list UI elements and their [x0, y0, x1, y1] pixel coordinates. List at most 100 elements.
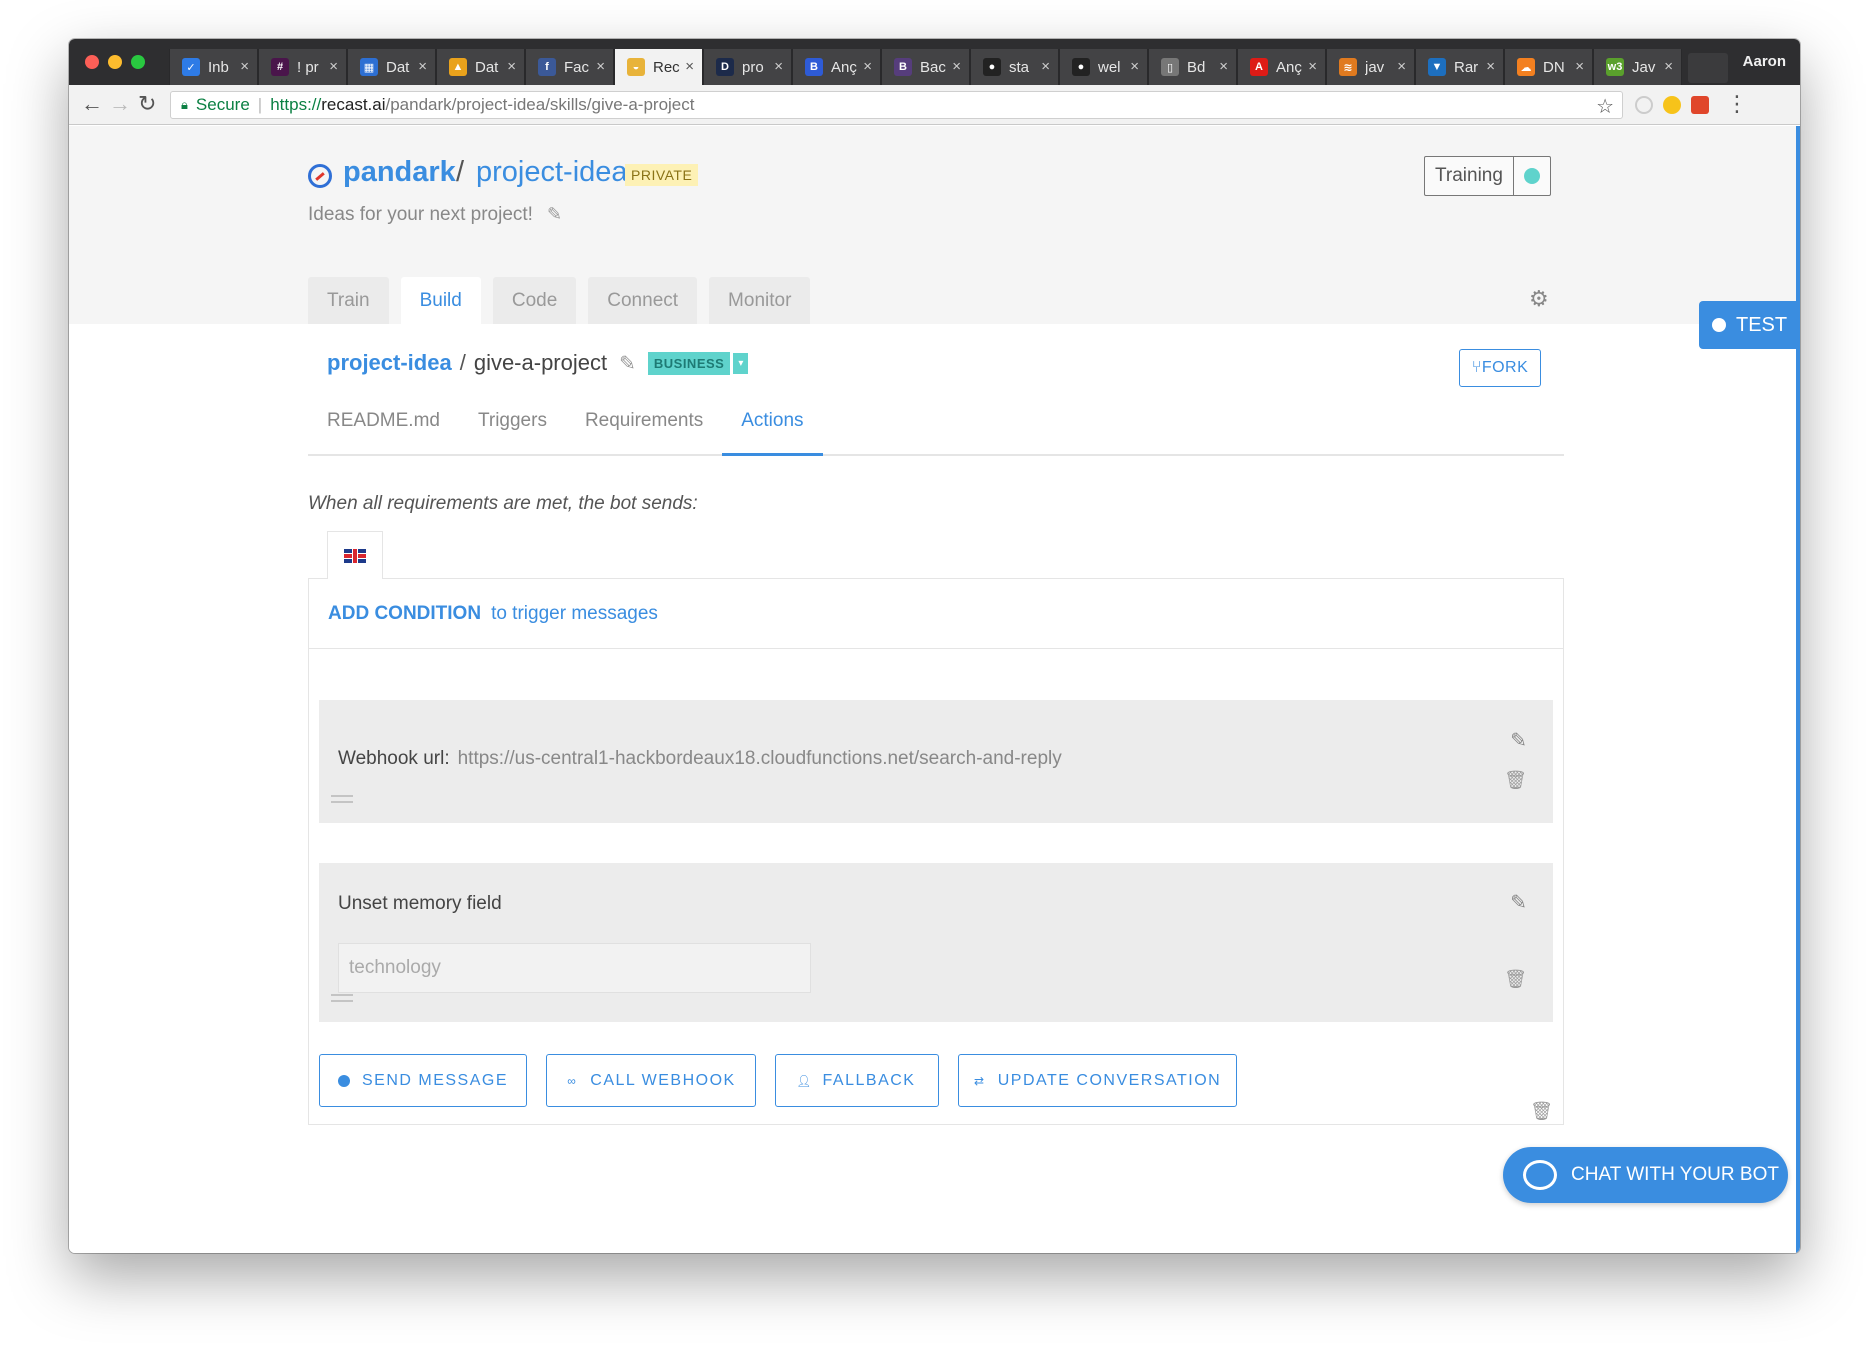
update-conversation-button[interactable]: ⇄ UPDATE CONVERSATION [958, 1054, 1237, 1107]
edit-pencil-icon[interactable]: ✎ [619, 351, 636, 376]
browser-tab[interactable]: ≋ jav × [1326, 49, 1415, 85]
close-tab-icon[interactable]: × [1397, 58, 1406, 75]
tab-title: pro [742, 58, 764, 76]
skill-name: give-a-project [473, 350, 608, 375]
chevron-down-icon[interactable]: ▾ [733, 352, 749, 374]
drag-handle-icon[interactable] [331, 795, 353, 803]
drag-handle-icon[interactable] [331, 994, 353, 1002]
send-message-button[interactable]: SEND MESSAGE [319, 1054, 527, 1107]
memory-action-card: Unset memory field technology ✎ 🗑︎ [319, 863, 1553, 1022]
tab-train[interactable]: Train [308, 277, 389, 324]
close-window-button[interactable] [85, 55, 99, 69]
browser-tab[interactable]: B Anç × [792, 49, 881, 85]
browser-tab[interactable]: f Fac × [525, 49, 614, 85]
project-link[interactable]: project-idea [476, 156, 628, 189]
tab-monitor[interactable]: Monitor [709, 277, 811, 324]
back-arrow-icon[interactable]: ← [81, 93, 103, 115]
tab-title: Dat [386, 58, 410, 76]
condition-hint[interactable]: to trigger messages [491, 603, 658, 625]
trash-icon[interactable]: 🗑︎ [1530, 1101, 1553, 1122]
fallback-button[interactable]: 👤︎ FALLBACK [775, 1054, 939, 1107]
new-tab-button[interactable] [1688, 53, 1728, 83]
edit-pencil-icon[interactable]: ✎ [1510, 728, 1527, 753]
edit-pencil-icon[interactable]: ✎ [547, 204, 562, 225]
browser-tab[interactable]: Dpro × [703, 49, 792, 85]
browser-tab[interactable]: A Anç × [1237, 49, 1326, 85]
extension-icon[interactable] [1691, 96, 1709, 114]
reload-icon[interactable]: ↻ [138, 93, 156, 115]
browser-tab[interactable]: ◒ Rec × [614, 49, 703, 85]
add-condition-link[interactable]: ADD CONDITION [328, 603, 481, 625]
memory-field-input[interactable]: technology [338, 943, 811, 993]
tab-connect[interactable]: Connect [588, 277, 698, 324]
tab-actions[interactable]: Actions [722, 401, 823, 456]
close-tab-icon[interactable]: × [1041, 58, 1050, 75]
browser-tab[interactable]: ● sta × [970, 49, 1059, 85]
scrollbar-accent [1796, 126, 1800, 1253]
close-tab-icon[interactable]: × [1308, 58, 1317, 75]
tab-build[interactable]: Build [400, 277, 481, 324]
browser-tab[interactable]: w3 Jav × [1593, 49, 1682, 85]
tab-readme[interactable]: README.md [308, 401, 459, 456]
test-label: TEST [1736, 313, 1788, 336]
close-tab-icon[interactable]: × [685, 58, 694, 75]
close-tab-icon[interactable]: × [1664, 58, 1673, 75]
training-status[interactable]: Training [1424, 156, 1551, 196]
browser-tab[interactable]: ▼ Rar × [1415, 49, 1504, 85]
tab-code[interactable]: Code [492, 277, 577, 324]
close-tab-icon[interactable]: × [1219, 58, 1228, 75]
webhook-line: Webhook url: https://us-central1-hackbord… [338, 748, 1062, 770]
tab-triggers[interactable]: Triggers [459, 401, 566, 456]
browser-tab[interactable]: B Bac × [881, 49, 970, 85]
browser-tab[interactable]: ▲ Dat × [436, 49, 525, 85]
browser-toolbar: ← → ↻ 🔒︎ Secure | https://recast.ai/pand… [69, 85, 1800, 125]
skill-project-link[interactable]: project-idea [327, 350, 452, 376]
browser-tab[interactable]: # ! pr × [258, 49, 347, 85]
maximize-window-button[interactable] [131, 55, 145, 69]
language-tab-en[interactable] [327, 531, 383, 579]
browser-tab[interactable]: ▯ Bd × [1148, 49, 1237, 85]
redirect-icon: ⇄ [973, 1073, 986, 1088]
tab-title: Jav [1632, 58, 1656, 76]
fork-button[interactable]: ⑂ FORK [1459, 349, 1541, 387]
call-webhook-button[interactable]: ∞ CALL WEBHOOK [546, 1054, 756, 1107]
close-tab-icon[interactable]: × [1130, 58, 1139, 75]
browser-tab[interactable]: ☁ DN × [1504, 49, 1593, 85]
chat-with-bot-button[interactable]: CHAT WITH YOUR BOT [1503, 1147, 1788, 1203]
user-icon: 👤︎ [796, 1073, 813, 1088]
minimize-window-button[interactable] [108, 55, 122, 69]
browser-tab[interactable]: ✓ Inb × [169, 49, 258, 85]
trash-icon[interactable]: 🗑︎ [1504, 770, 1527, 791]
close-tab-icon[interactable]: × [596, 58, 605, 75]
tab-requirements[interactable]: Requirements [566, 401, 722, 456]
close-tab-icon[interactable]: × [1486, 58, 1495, 75]
close-tab-icon[interactable]: × [507, 58, 516, 75]
favicon-icon: B [894, 58, 912, 76]
browser-menu-icon[interactable]: ⋮ [1726, 91, 1748, 117]
bookmark-star-icon[interactable]: ☆ [1596, 94, 1614, 119]
forward-arrow-icon[interactable]: → [109, 93, 131, 115]
browser-tab[interactable]: ▦ Dat × [347, 49, 436, 85]
owner-link[interactable]: pandark [343, 156, 456, 189]
close-tab-icon[interactable]: × [774, 58, 783, 75]
trash-icon[interactable]: 🗑︎ [1504, 969, 1527, 990]
settings-gear-icon[interactable]: ⚙ [1529, 286, 1549, 312]
test-button[interactable]: TEST [1699, 301, 1796, 349]
browser-tab[interactable]: ● wel × [1059, 49, 1148, 85]
close-tab-icon[interactable]: × [952, 58, 961, 75]
close-tab-icon[interactable]: × [329, 58, 338, 75]
close-tab-icon[interactable]: × [418, 58, 427, 75]
extension-icon[interactable] [1663, 96, 1681, 114]
address-bar[interactable]: 🔒︎ Secure | https://recast.ai/pandark/pr… [170, 91, 1623, 119]
fork-icon: ⑂ [1471, 359, 1482, 376]
actions-intro: When all requirements are met, the bot s… [308, 493, 698, 514]
close-tab-icon[interactable]: × [1575, 58, 1584, 75]
skill-type-badge[interactable]: BUSINESS [647, 351, 731, 375]
extension-icon[interactable] [1635, 96, 1653, 114]
close-tab-icon[interactable]: × [240, 58, 249, 75]
profile-name[interactable]: Aaron [1743, 53, 1786, 70]
close-tab-icon[interactable]: × [863, 58, 872, 75]
tab-title: sta [1009, 58, 1030, 76]
tab-title: Anç [831, 58, 857, 76]
edit-pencil-icon[interactable]: ✎ [1510, 890, 1527, 915]
